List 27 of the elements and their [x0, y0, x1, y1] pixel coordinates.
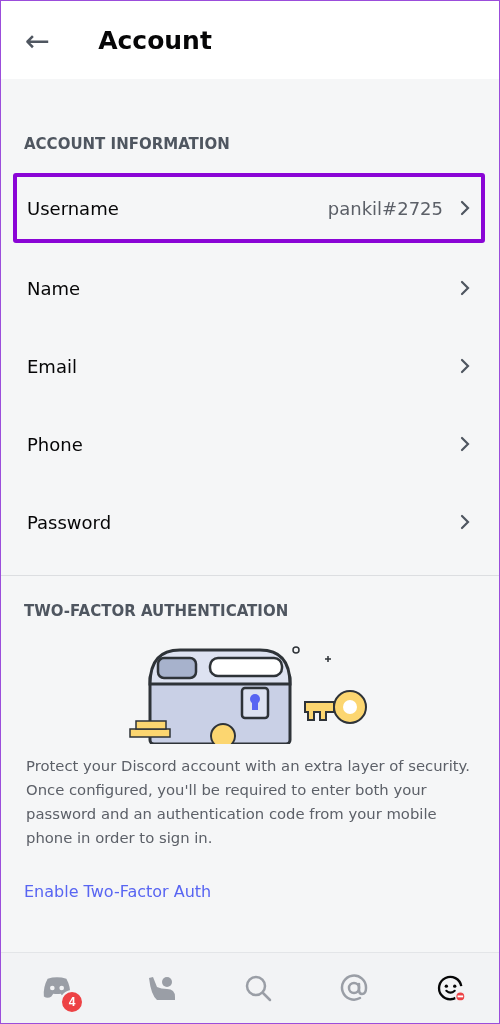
settings-row[interactable]: Phone: [13, 407, 485, 481]
chevron-icon: [459, 280, 471, 296]
chevron-icon: [459, 358, 471, 374]
row-value: pankil#2725: [327, 197, 443, 219]
row-label: Name: [27, 277, 81, 299]
settings-row[interactable]: Password: [13, 485, 485, 559]
settings-row[interactable]: Name: [13, 251, 485, 325]
page-title: Account: [98, 25, 212, 55]
row-label: Phone: [27, 433, 83, 455]
section-heading: ACCOUNT INFORMATION: [23, 135, 231, 153]
description-text: Protect your Discord account with an extra layer of security. Once configured, you'll be required to enter both your password and an authentication code from your mobile phone in order to sign in.: [26, 756, 471, 848]
nav-tab[interactable]: 4: [30, 970, 85, 1014]
row-label: Password: [27, 511, 112, 533]
row-label: Email: [27, 355, 77, 377]
enable-two-factor-link[interactable]: Enable Two-Factor Auth: [24, 882, 476, 901]
person-waving-icon: [146, 974, 177, 1002]
chevron-icon: [459, 200, 471, 216]
settings-row[interactable]: Email: [13, 329, 485, 403]
notification-badge: 4: [60, 990, 85, 1014]
row-label: Username: [27, 197, 119, 219]
settings-row[interactable]: Username pankil#2725: [13, 173, 485, 243]
smiley-avatar-icon: [435, 974, 466, 1002]
back-button[interactable]: ←: [21, 22, 55, 58]
chevron-icon: [459, 436, 471, 452]
at-sign-icon: [339, 974, 370, 1002]
chevron-icon: [459, 514, 471, 530]
section-heading: TWO-FACTOR AUTHENTICATION: [23, 602, 290, 620]
